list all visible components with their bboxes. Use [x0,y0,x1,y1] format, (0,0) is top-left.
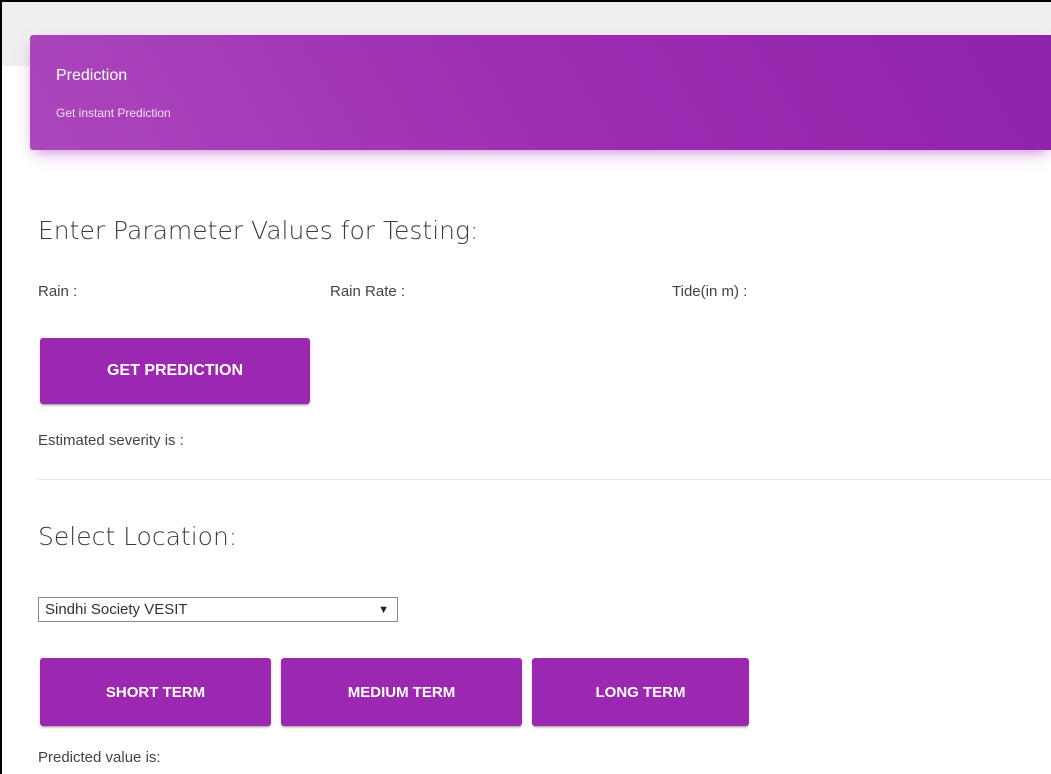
card-subtitle: Get instant Prediction [56,106,171,120]
location-select[interactable]: Sindhi Society VESIT ▼ [38,597,398,622]
short-term-button[interactable]: SHORT TERM [40,658,271,726]
long-term-button[interactable]: LONG TERM [532,658,749,726]
section-divider [38,479,1051,480]
rain-rate-label: Rain Rate : [330,283,406,300]
card-header: Prediction Get instant Prediction [30,35,1051,150]
rain-label: Rain : [38,283,78,300]
card-title: Prediction [56,67,128,84]
location-select-value: Sindhi Society VESIT [45,601,188,618]
tide-label: Tide(in m) : [672,283,748,300]
triangle-down-icon: ▼ [378,603,389,616]
get-prediction-button[interactable]: GET PREDICTION [40,338,310,404]
location-heading: Select Location: [38,522,238,551]
medium-term-button[interactable]: MEDIUM TERM [281,658,522,726]
testing-heading: Enter Parameter Values for Testing: [38,216,479,245]
severity-text: Estimated severity is : [38,432,184,449]
predicted-value-text: Predicted value is: [38,749,161,766]
